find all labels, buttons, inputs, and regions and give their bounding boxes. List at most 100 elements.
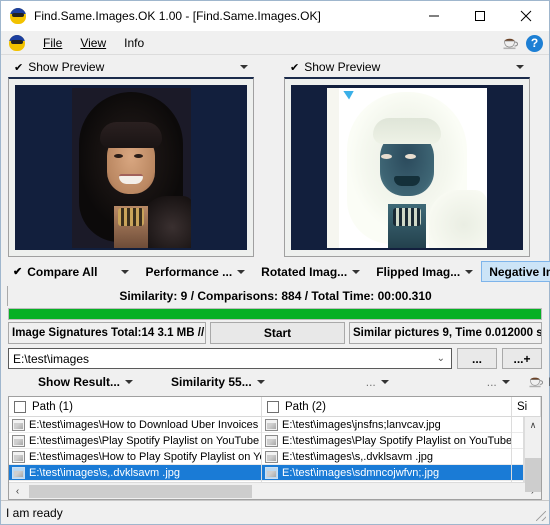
vertical-scroll-track[interactable]: [524, 434, 541, 492]
vertical-scrollbar[interactable]: ∧ ∨: [524, 417, 542, 492]
filter-toolbar: ✔ Compare All Performance ... Rotated Im…: [1, 259, 550, 284]
window-title: Find.Same.Images.OK 1.00 - [Find.Same.Im…: [34, 9, 321, 23]
table-row[interactable]: E:\test\images\How to Download Uber Invo…: [9, 417, 261, 433]
minimize-button[interactable]: [411, 1, 457, 31]
menu-bar: File View Info ?: [1, 31, 549, 55]
filter-performance-button[interactable]: Performance ...: [137, 261, 253, 282]
table-cell-path: E:\test\images\s,.dvklsavm .jpg: [282, 450, 433, 463]
maximize-button[interactable]: [457, 1, 503, 31]
table-row[interactable]: [512, 465, 523, 481]
image-thumbnail-icon: [12, 418, 25, 431]
menu-item-file[interactable]: File: [34, 34, 71, 52]
menu-item-view[interactable]: View: [71, 34, 115, 52]
results-column-left: E:\test\images\How to Download Uber Invo…: [9, 417, 262, 482]
filter-negative-images-button[interactable]: Negative Ima...: [481, 261, 550, 282]
image-thumbnail-icon: [12, 450, 25, 463]
table-row[interactable]: E:\test\images\jnsfns;lanvcav.jpg: [262, 417, 511, 433]
scroll-up-arrow-icon[interactable]: ∧: [525, 417, 542, 434]
chevron-down-icon: [380, 379, 389, 384]
table-row[interactable]: E:\test\images\Play Spotify Playlist on …: [9, 433, 261, 449]
app-icon: [10, 8, 26, 24]
coffee-cup-icon: [528, 375, 544, 389]
window-controls: [411, 1, 549, 31]
path-input-value: E:\test\images: [13, 351, 90, 366]
table-row[interactable]: E:\test\images\s,.dvklsavm .jpg: [9, 465, 261, 481]
table-row[interactable]: [512, 417, 523, 433]
similarity-summary: Similarity: 9 / Comparisons: 884 / Total…: [7, 286, 543, 306]
chevron-down-icon: [352, 269, 361, 274]
image-thumbnail-icon: [265, 450, 278, 463]
table-cell-path: E:\test\images\s,.dvklsavm .jpg: [29, 466, 180, 479]
checkmark-icon: ✔: [14, 61, 24, 74]
app-icon-small: [9, 34, 25, 51]
filter-rotated-images-button[interactable]: Rotated Imag...: [253, 261, 368, 282]
column-header-path-2[interactable]: Path (2): [262, 397, 512, 416]
table-cell-path: E:\test\images\How to Download Uber Invo…: [29, 418, 261, 431]
resize-grip-icon[interactable]: [536, 511, 546, 521]
column-header-similarity-label: Si: [517, 400, 528, 413]
more-options-button-1[interactable]: ...: [358, 371, 397, 392]
coffee-cup-icon[interactable]: [502, 36, 519, 51]
similar-pictures-status: Similar pictures 9, Time 0.012000 sec.: [349, 322, 542, 344]
filter-compare-all-button[interactable]: ✔ Compare All: [5, 261, 137, 282]
more-options-button-2[interactable]: ...: [479, 371, 518, 392]
table-row[interactable]: E:\test\images\How to Play Spotify Playl…: [9, 449, 261, 465]
portrait-image: [71, 87, 191, 248]
close-button[interactable]: [503, 1, 549, 31]
column-header-path-2-label: Path (2): [285, 400, 326, 413]
path-input[interactable]: E:\test\images ⌄: [8, 348, 452, 369]
image-thumbnail-icon: [265, 434, 278, 447]
table-row[interactable]: [512, 449, 523, 465]
table-row[interactable]: E:\test\images\s,.dvklsavm .jpg: [262, 449, 511, 465]
progress-bar-fill: [9, 309, 541, 319]
application-window: Find.Same.Images.OK 1.00 - [Find.Same.Im…: [0, 0, 550, 525]
donate-button[interactable]: Donate - He...: [520, 371, 550, 392]
results-column-similarity: [512, 417, 524, 482]
filter-flipped-images-label: Flipped Imag...: [376, 264, 461, 279]
similarity-threshold-button[interactable]: Similarity 55...: [163, 371, 273, 392]
question-mark-icon[interactable]: ?: [526, 34, 543, 52]
column-header-path-1[interactable]: Path (1): [9, 397, 262, 416]
table-row[interactable]: E:\test\images\Play Spotify Playlist on …: [262, 433, 511, 449]
results-column-right: E:\test\images\jnsfns;lanvcav.jpg E:\tes…: [262, 417, 512, 482]
similarity-threshold-label: Similarity 55...: [171, 374, 252, 389]
show-preview-right-dropdown[interactable]: [510, 57, 530, 77]
select-all-checkbox-2[interactable]: [267, 400, 279, 413]
show-result-button[interactable]: Show Result...: [30, 371, 141, 392]
horizontal-scrollbar[interactable]: ‹ ›: [9, 482, 541, 499]
show-preview-right-button[interactable]: ✔ Show Preview: [284, 57, 386, 77]
preview-toggle-row: ✔ Show Preview ✔ Show Preview: [1, 55, 549, 77]
negative-portrait-image: [327, 87, 487, 248]
vertical-scroll-thumb[interactable]: [524, 458, 541, 492]
table-cell-path: E:\test\images\jnsfns;lanvcav.jpg: [282, 418, 441, 431]
add-folder-button[interactable]: ...+: [502, 348, 542, 369]
results-body: E:\test\images\How to Download Uber Invo…: [9, 417, 542, 492]
browse-folder-button[interactable]: ...: [457, 348, 497, 369]
show-preview-left-dropdown[interactable]: [234, 57, 254, 77]
filter-rotated-images-label: Rotated Imag...: [261, 264, 348, 279]
start-button[interactable]: Start: [210, 322, 345, 344]
image-thumbnail-icon: [265, 466, 278, 479]
menu-item-info[interactable]: Info: [115, 34, 153, 52]
image-signatures-total: Image Signatures Total:14 3.1 MB // 1: [8, 322, 206, 344]
menu-item-file-label: File: [43, 35, 63, 50]
preview-pane-right[interactable]: [284, 77, 530, 257]
preview-pane-left[interactable]: [8, 77, 254, 257]
table-cell-path: E:\test\images\How to Play Spotify Playl…: [29, 450, 261, 463]
scroll-left-arrow-icon[interactable]: ‹: [9, 483, 26, 500]
table-row[interactable]: E:\test\images\sdmncojwfvn;.jpg: [262, 465, 511, 481]
filter-compare-all-label: Compare All: [27, 264, 98, 279]
chevron-down-icon: [240, 65, 248, 69]
results-header: Path (1) Path (2) Si: [9, 397, 541, 417]
horizontal-scroll-thumb[interactable]: [29, 484, 252, 498]
horizontal-scroll-track[interactable]: [26, 483, 524, 500]
chevron-down-icon[interactable]: ⌄: [437, 353, 445, 364]
table-row[interactable]: [512, 433, 523, 449]
select-all-checkbox-1[interactable]: [14, 400, 26, 413]
bird-icon: [343, 90, 354, 100]
show-preview-left-label: Show Preview: [28, 60, 105, 74]
column-header-similarity[interactable]: Si: [512, 397, 541, 416]
show-preview-left-button[interactable]: ✔ Show Preview: [8, 57, 110, 77]
filter-flipped-images-button[interactable]: Flipped Imag...: [368, 261, 481, 282]
signature-row: Image Signatures Total:14 3.1 MB // 1 St…: [8, 322, 542, 344]
